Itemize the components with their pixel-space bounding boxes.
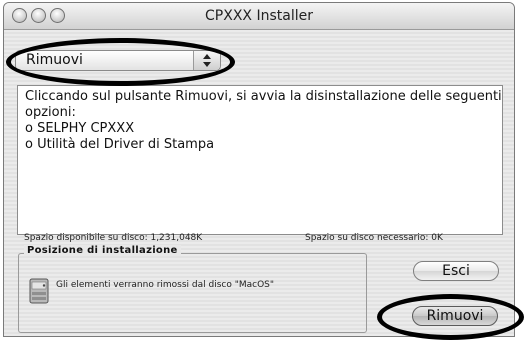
install-location-title: Posizione di installazione xyxy=(24,245,181,256)
action-popup-value: Rimuovi xyxy=(26,52,83,68)
remove-button[interactable]: Rimuovi xyxy=(412,306,498,326)
description-line: o Utilità del Driver di Stampa xyxy=(25,137,215,152)
action-popup[interactable]: Rimuovi xyxy=(15,50,221,71)
window-title: CPXXX Installer xyxy=(205,8,313,24)
description-box: Cliccando sul pulsante Rimuovi, si avvia… xyxy=(17,85,503,235)
install-location-message: Gli elementi verranno rimossi dal disco … xyxy=(56,280,275,290)
description-line: o SELPHY CPXXX xyxy=(25,121,135,136)
installer-window: CPXXX Installer Rimuovi Cliccando sul pu… xyxy=(3,2,515,337)
description-line: opzioni: xyxy=(25,105,76,120)
popup-arrows-icon[interactable] xyxy=(193,51,220,70)
disk-space-required: Spazio su disco necessario: 0K xyxy=(305,233,443,243)
content-area: Rimuovi Cliccando sul pulsante Rimuovi, … xyxy=(4,30,514,336)
disk-space-available: Spazio disponibile su disco: 1,231,048K xyxy=(24,233,203,243)
quit-button[interactable]: Esci xyxy=(413,261,499,281)
description-line: Cliccando sul pulsante Rimuovi, si avvia… xyxy=(25,89,502,104)
title-bar[interactable]: CPXXX Installer xyxy=(4,3,514,30)
install-location-group xyxy=(18,253,367,333)
hard-disk-icon xyxy=(29,278,49,304)
